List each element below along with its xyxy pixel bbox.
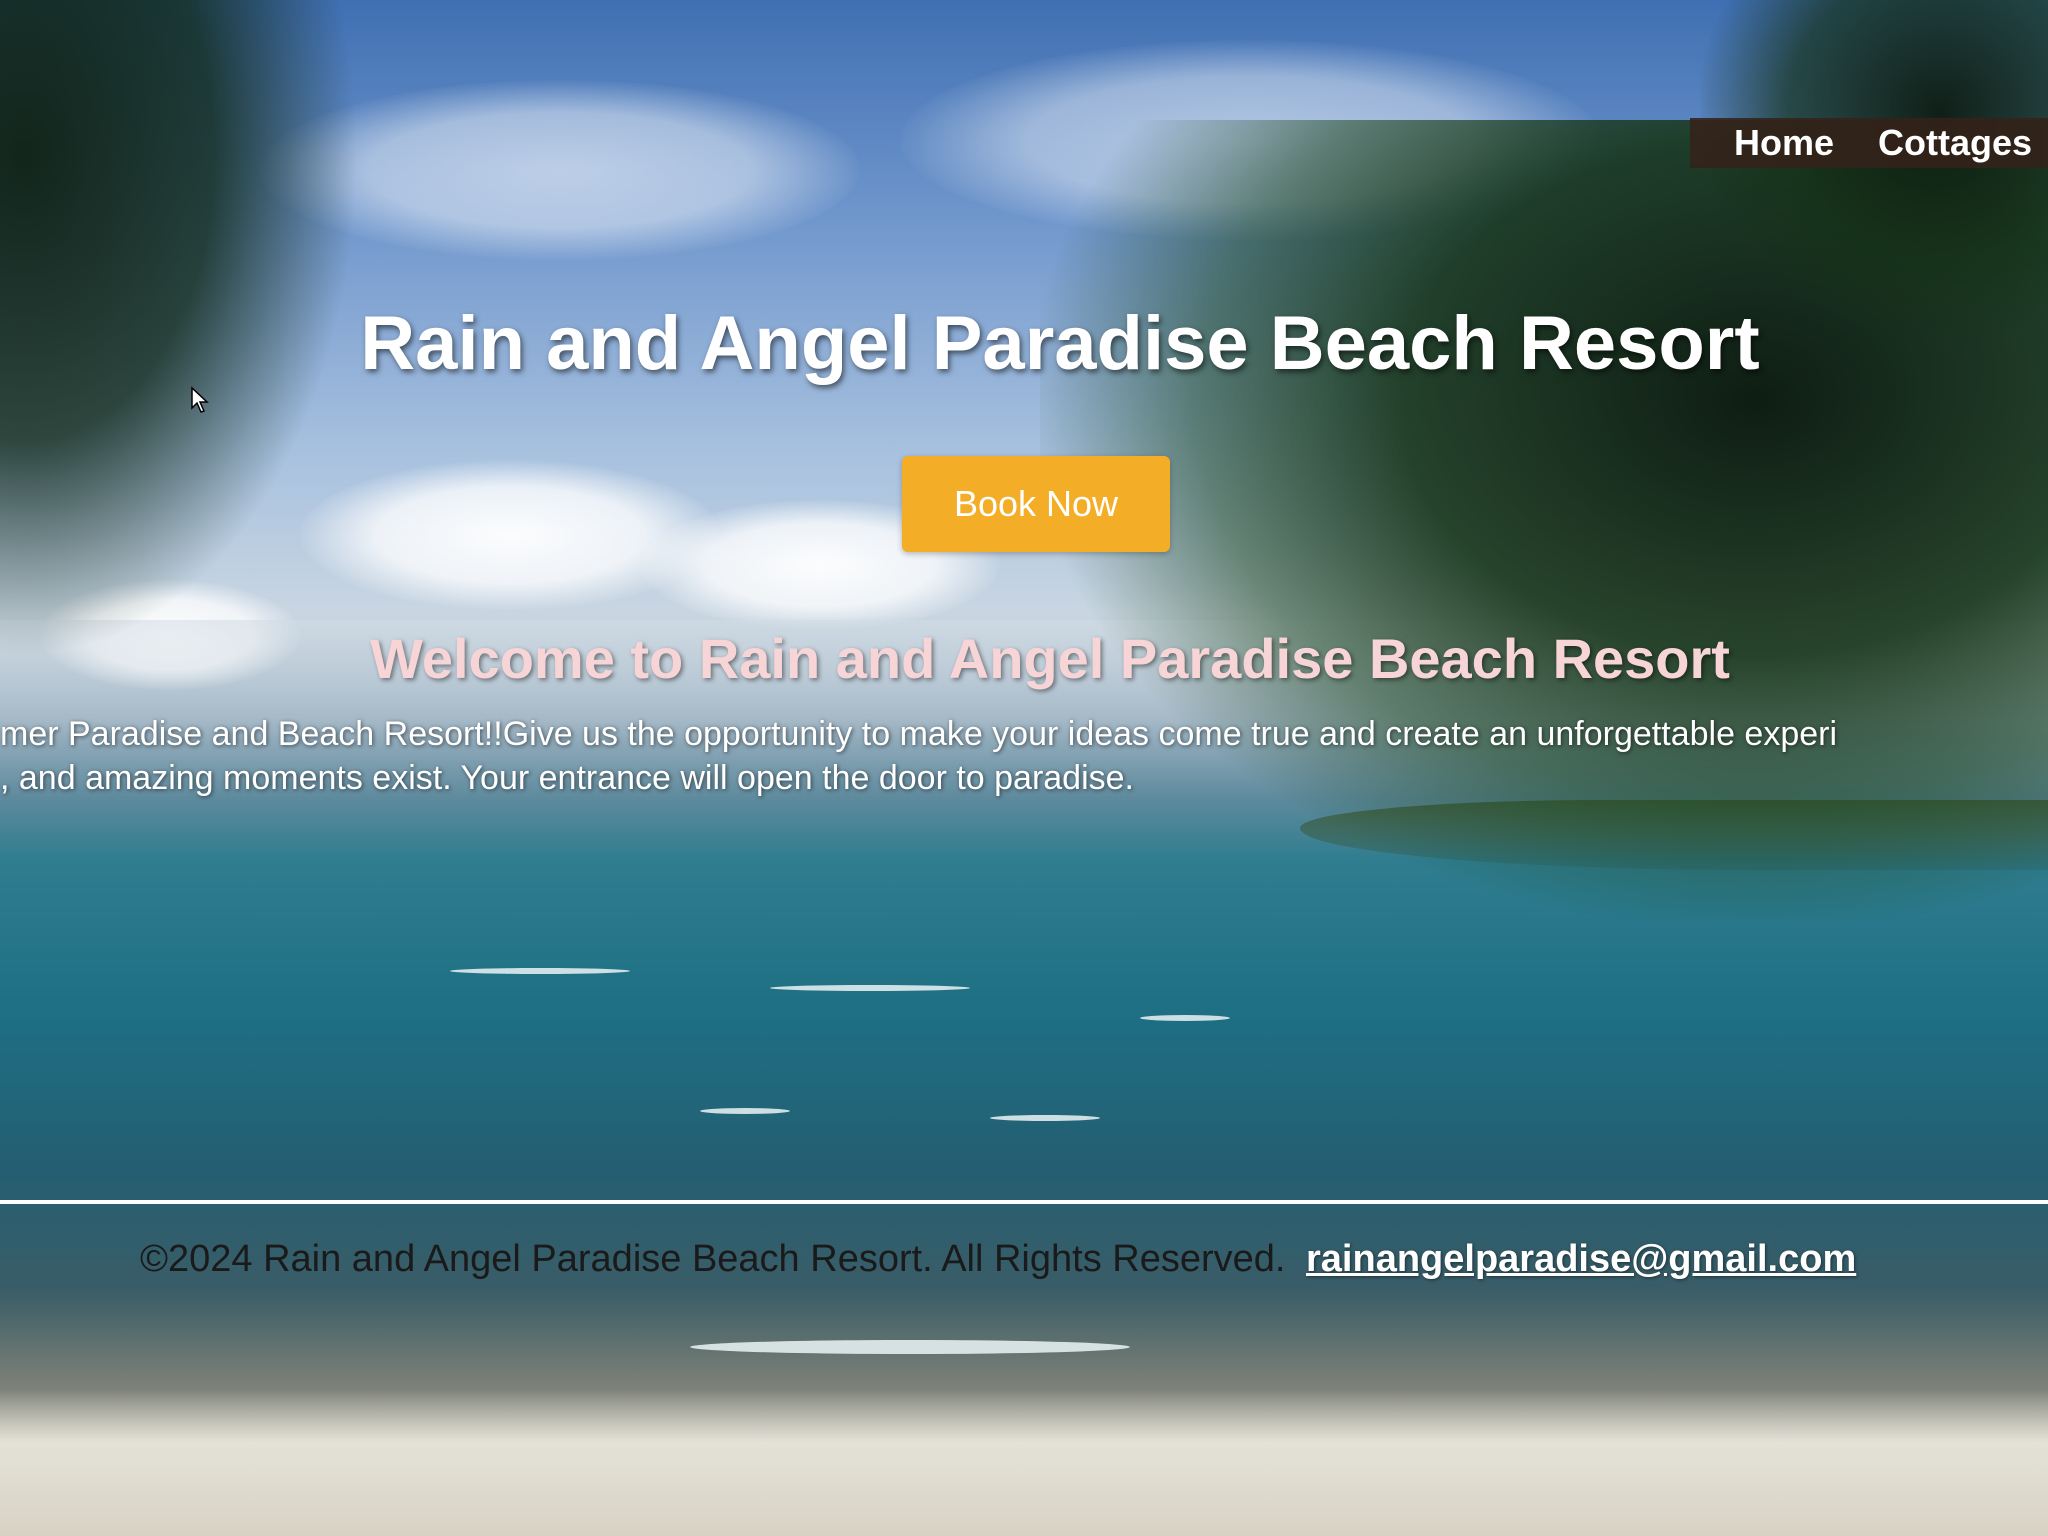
mouse-pointer-icon [191,386,209,413]
top-nav: Home Cottages [1690,118,2048,168]
wave [1140,1015,1230,1021]
beach-foam [0,1390,2048,1536]
tree-foliage-top [1700,0,2048,340]
nav-cottages-link[interactable]: Cottages [1878,122,2032,164]
wave [990,1115,1100,1121]
welcome-heading: Welcome to Rain and Angel Paradise Beach… [370,627,1730,690]
wave [700,1108,790,1114]
welcome-text: mer Paradise and Beach Resort!!Give us t… [0,712,2048,800]
wave [450,968,630,974]
welcome-text-line-2: , and amazing moments exist. Your entran… [0,759,1135,797]
footer-divider [0,1200,2048,1204]
tree-foliage-left [0,0,360,660]
wave [770,985,970,991]
hero-title: Rain and Angel Paradise Beach Resort [360,301,1760,386]
wave [690,1340,1130,1354]
nav-home-link[interactable]: Home [1734,122,1834,164]
book-now-button[interactable]: Book Now [902,456,1170,552]
email-link[interactable]: rainangelparadise@gmail.com [1306,1238,1856,1280]
page: Home Cottages Rain and Angel Paradise Be… [0,0,2048,1536]
footer: ©2024 Rain and Angel Paradise Beach Reso… [140,1238,2040,1281]
copyright-text: ©2024 Rain and Angel Paradise Beach Reso… [140,1238,1286,1280]
welcome-text-line-1: mer Paradise and Beach Resort!!Give us t… [0,715,1838,753]
